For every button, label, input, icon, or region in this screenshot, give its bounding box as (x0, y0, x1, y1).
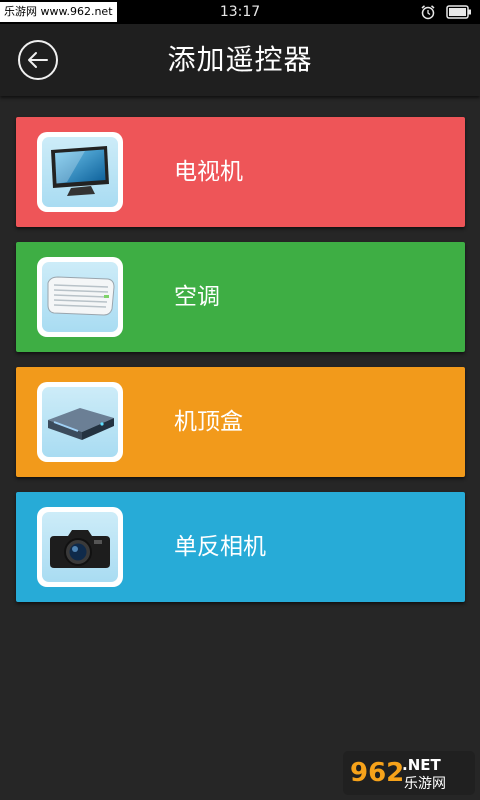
device-card-dslr-camera[interactable]: 单反相机 (16, 492, 465, 602)
tv-icon (51, 146, 109, 196)
device-label: 空调 (174, 284, 220, 310)
set-top-box-icon (48, 408, 114, 440)
device-label: 单反相机 (174, 534, 266, 560)
dslr-camera-icon (50, 530, 110, 568)
device-label: 电视机 (174, 159, 243, 185)
device-tile (37, 507, 123, 587)
page-title: 添加遥控器 (167, 43, 313, 76)
device-tile (37, 132, 123, 212)
device-card-air-conditioner[interactable]: 空调 (16, 242, 465, 352)
alarm-icon (420, 4, 436, 20)
status-time: 13:17 (219, 4, 261, 20)
logo-suffix: .NET (402, 756, 441, 774)
logo-number: 962 (350, 758, 404, 788)
site-watermark-logo: 962 .NET 乐游网 (342, 750, 476, 796)
device-tile (37, 257, 123, 337)
app-screen: 乐游网 www.962.net 13:17 添加遥控器 电视机 空调 机顶盒 单… (0, 0, 480, 800)
device-card-set-top-box[interactable]: 机顶盒 (16, 367, 465, 477)
status-icons (420, 4, 472, 20)
device-tile (37, 382, 123, 462)
device-label: 机顶盒 (174, 409, 243, 435)
logo-site-name: 乐游网 (404, 776, 446, 792)
device-card-tv[interactable]: 电视机 (16, 117, 465, 227)
battery-icon (446, 5, 472, 19)
status-bar: 乐游网 www.962.net 13:17 (0, 0, 480, 24)
air-conditioner-icon (47, 276, 115, 316)
header-bar: 添加遥控器 (0, 24, 480, 96)
device-list: 电视机 空调 机顶盒 单反相机 (16, 117, 465, 617)
